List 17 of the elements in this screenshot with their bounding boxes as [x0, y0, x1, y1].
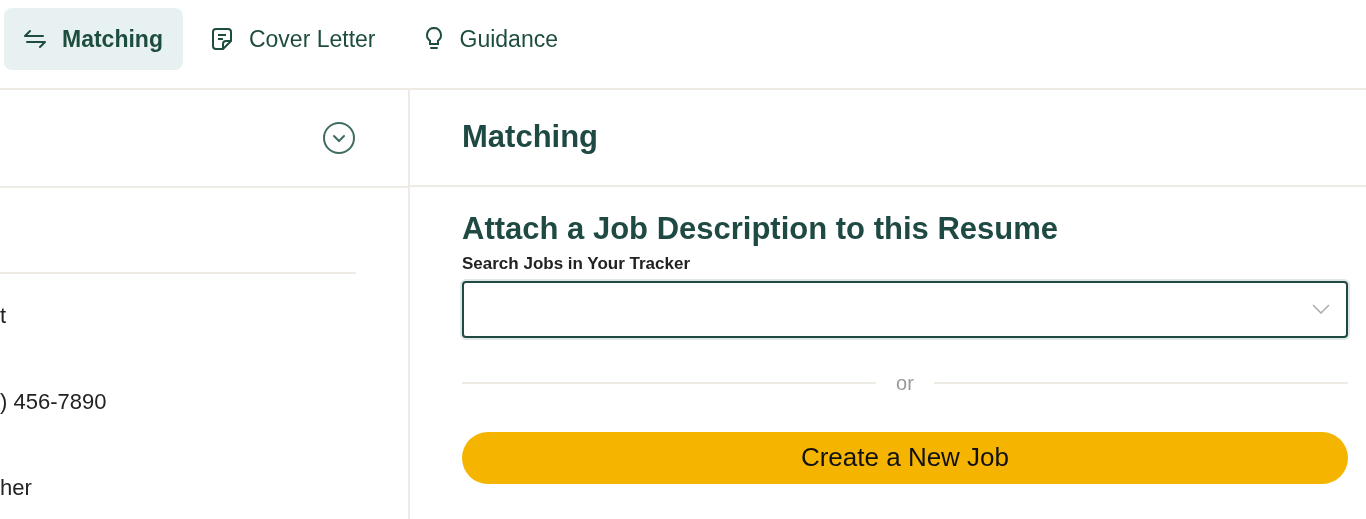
- divider-text: or: [896, 370, 914, 396]
- job-search-dropdown[interactable]: [462, 280, 1348, 338]
- tab[interactable]: Cover Letter: [190, 8, 396, 70]
- resume-text: ) 456-7890: [0, 390, 108, 414]
- tab[interactable]: Guidance: [403, 8, 578, 70]
- note-icon: [210, 27, 233, 51]
- section-heading: Attach a Job Description to this Resume: [462, 210, 1059, 248]
- lightbulb-icon: [423, 26, 444, 52]
- chevron-down-circle-icon[interactable]: [322, 121, 356, 155]
- create-job-button[interactable]: Create a New Job: [462, 431, 1348, 484]
- field-label: Search Jobs in Your Tracker: [462, 253, 692, 275]
- chevron-down-icon: [1312, 304, 1330, 314]
- resume-text: her: [0, 476, 33, 500]
- resume-text: t: [0, 304, 8, 328]
- tab[interactable]: Matching: [4, 8, 183, 70]
- panel-title: Matching: [462, 118, 599, 157]
- swap-arrows-icon: [24, 29, 46, 49]
